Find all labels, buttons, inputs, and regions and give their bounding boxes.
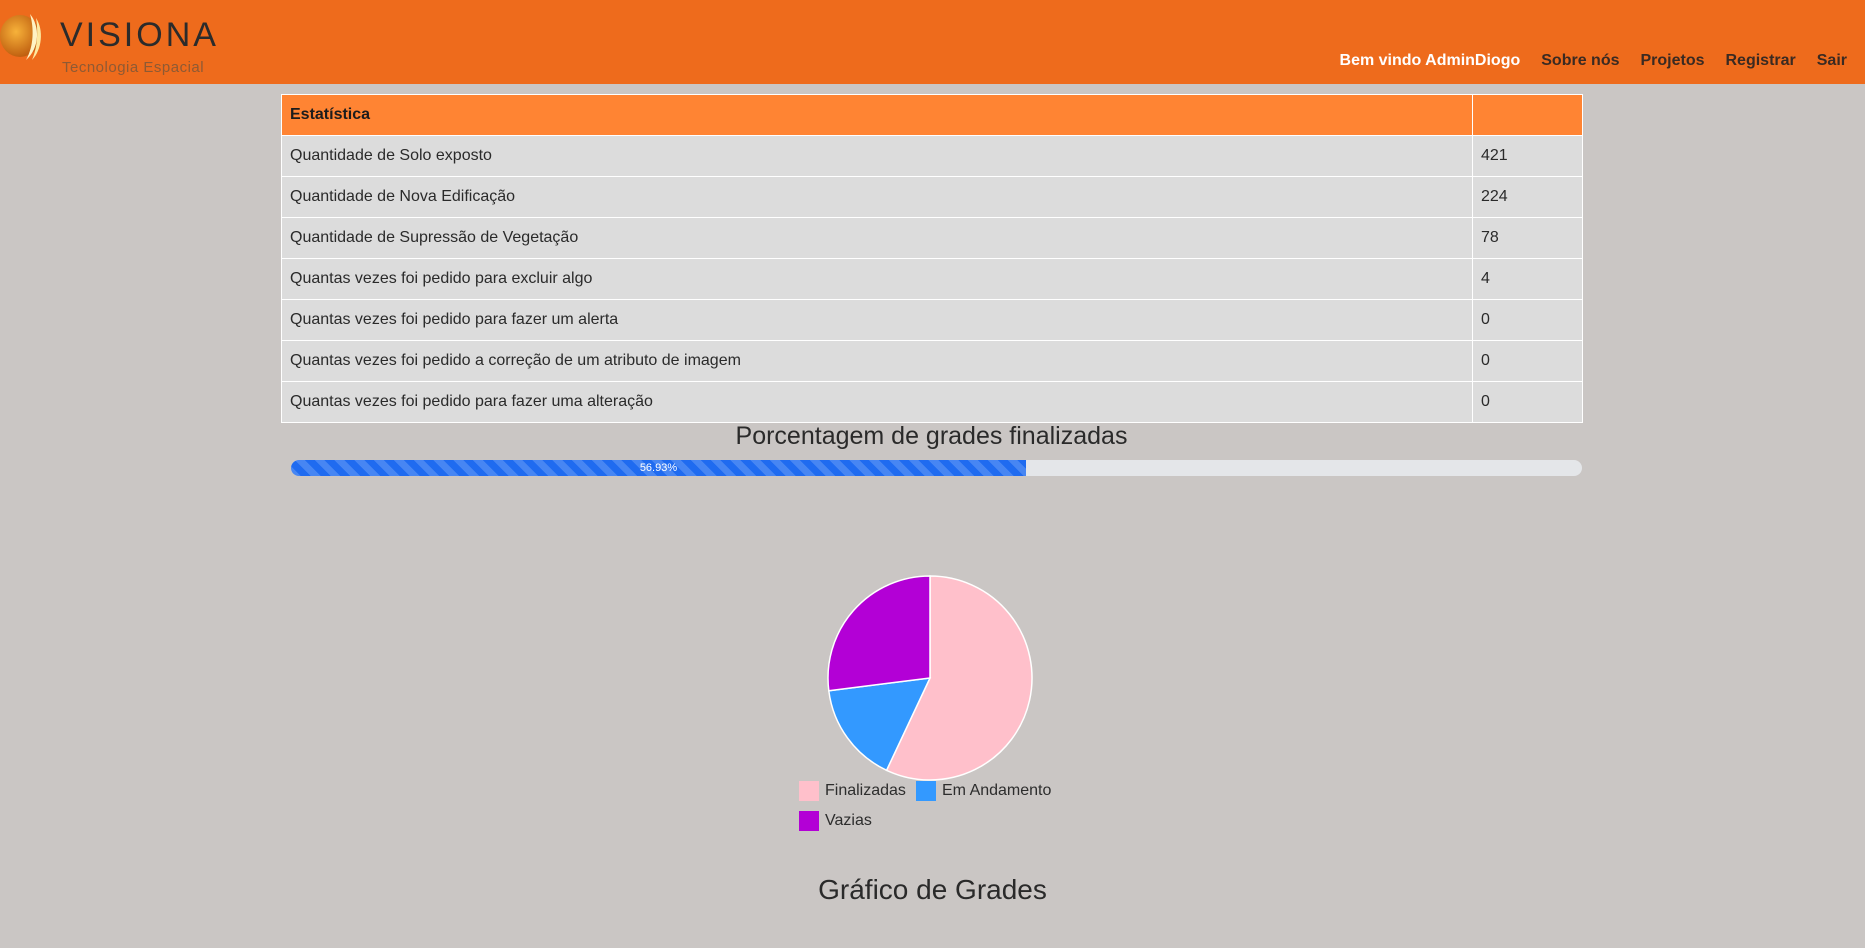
legend-label: Em Andamento xyxy=(942,782,1052,799)
stats-header-row: Estatística xyxy=(281,94,1583,136)
grades-pie-chart xyxy=(827,575,1033,781)
grades-progress-bar: 56.93% xyxy=(291,460,1582,476)
stat-value: 78 xyxy=(1472,217,1583,259)
stat-value: 421 xyxy=(1472,135,1583,177)
stat-label: Quantas vezes foi pedido para excluir al… xyxy=(281,258,1473,300)
stat-label: Quantidade de Supressão de Vegetação xyxy=(281,217,1473,259)
main-nav: Bem vindo AdminDiogo Sobre nós Projetos … xyxy=(1340,52,1847,70)
stat-label: Quantas vezes foi pedido para fazer uma … xyxy=(281,381,1473,423)
visiona-logo[interactable]: VISIONA Tecnologia Espacial xyxy=(0,4,216,78)
chart-title: Gráfico de Grades xyxy=(818,874,1047,905)
stat-value: 0 xyxy=(1472,340,1583,382)
nav-registrar[interactable]: Registrar xyxy=(1726,52,1796,70)
table-row: Quantidade de Nova Edificação 224 xyxy=(281,176,1583,218)
top-navbar: VISIONA Tecnologia Espacial Bem vindo Ad… xyxy=(0,0,1865,84)
legend-item-vazias[interactable]: Vazias xyxy=(799,811,872,831)
stat-label: Quantidade de Solo exposto xyxy=(281,135,1473,177)
stat-label: Quantas vezes foi pedido para fazer um a… xyxy=(281,299,1473,341)
stats-header-label: Estatística xyxy=(281,94,1473,136)
table-row: Quantas vezes foi pedido para fazer uma … xyxy=(281,381,1583,423)
pie-slice-vazias[interactable] xyxy=(827,575,931,692)
legend-item-em-andamento[interactable]: Em Andamento xyxy=(916,781,1051,801)
table-row: Quantas vezes foi pedido a correção de u… xyxy=(281,340,1583,382)
nav-sobre-nos[interactable]: Sobre nós xyxy=(1541,52,1619,70)
stat-value: 0 xyxy=(1472,299,1583,341)
stats-header-value xyxy=(1472,94,1583,136)
legend-label: Finalizadas xyxy=(825,782,906,799)
stat-value: 0 xyxy=(1472,381,1583,423)
stat-value: 4 xyxy=(1472,258,1583,300)
table-row: Quantidade de Supressão de Vegetação 78 xyxy=(281,217,1583,259)
nav-sair[interactable]: Sair xyxy=(1817,52,1847,70)
stat-label: Quantas vezes foi pedido a correção de u… xyxy=(281,340,1473,382)
legend-swatch xyxy=(799,781,819,801)
nav-projetos[interactable]: Projetos xyxy=(1640,52,1704,70)
legend-swatch xyxy=(916,781,936,801)
logo-mark-icon xyxy=(0,14,41,60)
stat-label: Quantidade de Nova Edificação xyxy=(281,176,1473,218)
nav-welcome-user[interactable]: Bem vindo AdminDiogo xyxy=(1340,52,1521,70)
stat-value: 224 xyxy=(1472,176,1583,218)
legend-swatch xyxy=(799,811,819,831)
legend-label: Vazias xyxy=(825,812,872,829)
progress-title: Porcentagem de grades finalizadas xyxy=(735,422,1128,450)
legend-item-finalizadas[interactable]: Finalizadas xyxy=(799,781,906,801)
logo-subtitle: Tecnologia Espacial xyxy=(62,59,205,76)
stats-table: Estatística Quantidade de Solo exposto 4… xyxy=(281,94,1583,423)
logo-text: VISIONA xyxy=(60,16,219,54)
progress-fill: 56.93% xyxy=(291,460,1026,476)
table-row: Quantas vezes foi pedido para excluir al… xyxy=(281,258,1583,300)
table-row: Quantas vezes foi pedido para fazer um a… xyxy=(281,299,1583,341)
table-row: Quantidade de Solo exposto 421 xyxy=(281,135,1583,177)
